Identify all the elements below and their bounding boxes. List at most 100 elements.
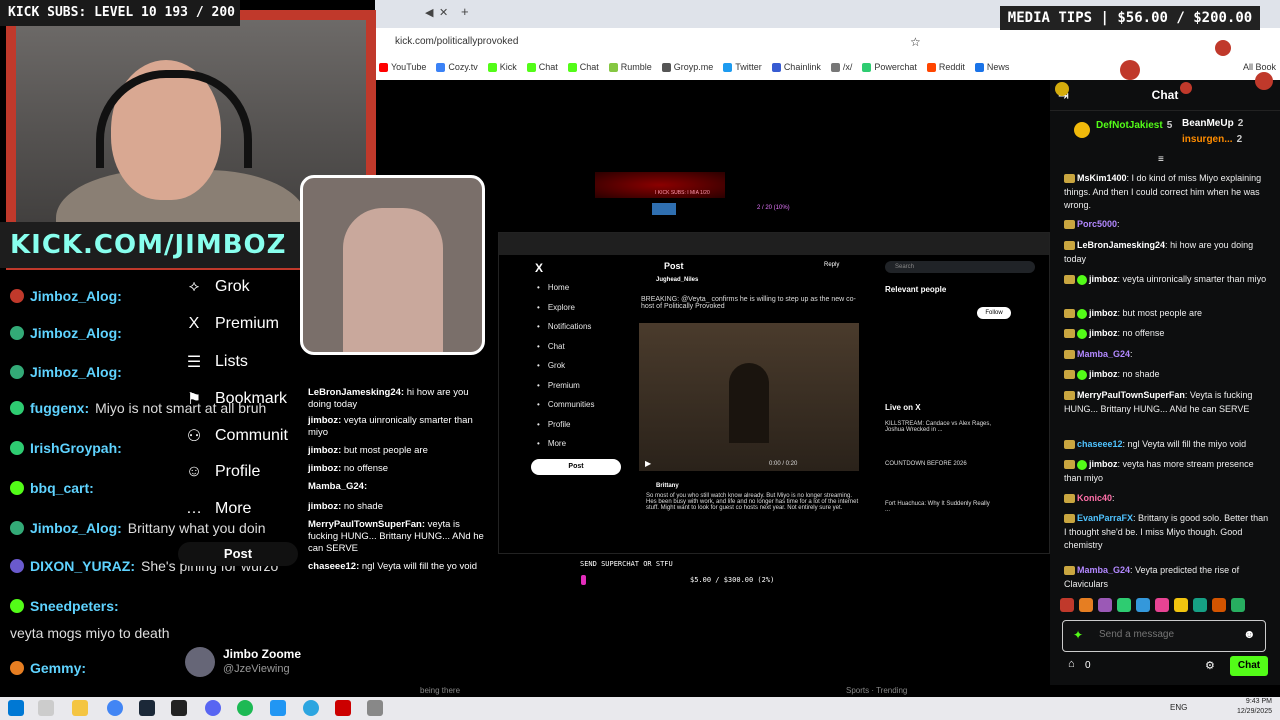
bookmark-item[interactable]: Powerchat (862, 62, 917, 72)
inner-live-item[interactable]: KILLSTREAM: Candace vs Alex Rages, Joshu… (885, 421, 995, 433)
emote-icon[interactable] (1155, 598, 1169, 612)
x-nav-item[interactable]: X Premium (185, 315, 279, 333)
emote-icon[interactable] (1231, 598, 1245, 612)
bookmark-item[interactable]: YouTube (379, 62, 426, 72)
bookmark-item[interactable]: Groyp.me (661, 62, 713, 72)
inner-nav-item[interactable]: • Communities (537, 400, 595, 409)
x-nav-label: Premium (215, 315, 280, 332)
gift-icon[interactable]: ⌂ (1068, 658, 1075, 670)
bookmark-item[interactable]: Chat (526, 62, 558, 72)
emote-icon[interactable] (1193, 598, 1207, 612)
settings-gear-icon[interactable]: ⚙ (1205, 659, 1215, 672)
inner-nav-item[interactable]: • Premium (537, 381, 580, 390)
adobe-icon[interactable] (335, 700, 351, 716)
x-nav-item[interactable]: ⚑ Bookmark (185, 389, 287, 409)
chat-username[interactable]: jimboz (1089, 274, 1118, 284)
x-post-button[interactable]: Post (178, 542, 298, 566)
mod-badge-icon (1077, 328, 1087, 339)
close-tab-icon[interactable]: ✕ (439, 6, 448, 19)
x-nav-item[interactable]: … More (185, 500, 251, 518)
bookmark-item[interactable]: News (974, 62, 1009, 72)
inner-nav-item[interactable]: • Chat (537, 342, 565, 351)
x-account[interactable]: Jimbo Zoome @JzeViewing (185, 645, 301, 685)
all-bookmarks[interactable]: All Book (1243, 62, 1276, 72)
emoji-icon[interactable]: ☻ (1243, 627, 1256, 641)
pinned-user[interactable]: DefNotJakiest 5 (1096, 120, 1172, 131)
chat-username[interactable]: Porc5000 (1077, 219, 1117, 229)
inner-post-button[interactable]: Post (531, 459, 621, 475)
inner-nav-item[interactable]: • Notifications (537, 322, 591, 331)
emote-icon[interactable] (1098, 598, 1112, 612)
bookmark-item[interactable]: /x/ (830, 62, 852, 72)
chat-username[interactable]: MerryPaulTownSuperFan (1077, 390, 1185, 400)
bookmark-item[interactable]: Rumble (608, 62, 652, 72)
chat-username[interactable]: jimboz (1089, 308, 1118, 318)
back-icon[interactable]: ◀ (425, 6, 433, 19)
spotify-icon[interactable] (237, 700, 253, 716)
bookmark-star-icon[interactable]: ☆ (910, 35, 921, 49)
chat-username[interactable]: Mamba_G24 (1077, 565, 1130, 575)
x-nav-item[interactable]: ☺ Profile (185, 463, 261, 481)
inner-live-item[interactable]: Fort Huachuca: Why It Suddenly Really ..… (885, 501, 995, 513)
chat-username[interactable]: MsKim1400 (1077, 173, 1127, 183)
telegram-icon[interactable] (303, 700, 319, 716)
inner-video[interactable]: 0:00 / 0:20 ▶ (639, 323, 859, 471)
sub-badge-icon (1064, 440, 1075, 450)
inner-nav-item[interactable]: • Home (537, 283, 569, 292)
emote-icon[interactable] (1174, 598, 1188, 612)
x-nav-icon: X (188, 315, 200, 332)
inner-live-item[interactable]: COUNTDOWN BEFORE 2026 (885, 461, 995, 467)
bookmark-item[interactable]: Chainlink (771, 62, 821, 72)
file-explorer-icon[interactable] (72, 700, 88, 716)
steam-icon[interactable] (139, 700, 155, 716)
inner-reply-button[interactable]: Reply (824, 262, 839, 268)
inner-nav-item[interactable]: • Profile (537, 420, 571, 429)
address-bar[interactable]: kick.com/politicallyprovoked ☆ (375, 30, 1280, 56)
pinned-user[interactable]: insurgen... 2 (1182, 134, 1242, 145)
clock[interactable]: 9:43 PM 12/29/2025 (1237, 697, 1272, 717)
language-indicator[interactable]: ENG (1170, 703, 1187, 712)
url-text[interactable]: kick.com/politicallyprovoked (395, 36, 518, 47)
discord-icon[interactable] (205, 700, 221, 716)
chat-input[interactable] (1097, 628, 1241, 641)
chat-username[interactable]: LeBronJamesking24 (1077, 240, 1165, 250)
settings-icon[interactable] (367, 700, 383, 716)
emote-icon[interactable] (1079, 598, 1093, 612)
new-tab-icon[interactable]: + (461, 4, 469, 19)
emote-icon[interactable] (1060, 598, 1074, 612)
x-nav-item[interactable]: ⚇ Communit (185, 426, 288, 446)
emote-icon[interactable] (1136, 598, 1150, 612)
inner-search[interactable]: Search (885, 261, 1035, 273)
x-nav-item[interactable]: ⟡ Grok (185, 278, 250, 296)
chat-username[interactable]: jimboz (1089, 459, 1118, 469)
filter-icon[interactable]: ≡ (1158, 154, 1164, 165)
emote-icon[interactable] (1212, 598, 1226, 612)
chat-username[interactable]: Mamba_G24 (1077, 349, 1130, 359)
emote-icon[interactable] (1117, 598, 1131, 612)
chrome-icon[interactable] (107, 700, 123, 716)
chat-send-button[interactable]: Chat (1230, 656, 1268, 676)
play-icon[interactable]: ▶ (645, 459, 651, 468)
bookmark-item[interactable]: Chat (567, 62, 599, 72)
pinned-user[interactable]: BeanMeUp 2 (1182, 118, 1243, 129)
terminal-icon[interactable] (171, 700, 187, 716)
inner-nav-item[interactable]: • More (537, 439, 566, 448)
chat-username[interactable]: jimboz (1089, 369, 1118, 379)
bookmark-item[interactable]: Cozy.tv (436, 62, 478, 72)
x-nav-item[interactable]: ☰ Lists (185, 352, 248, 372)
chat-username[interactable]: Konic40 (1077, 493, 1112, 503)
bookmark-item[interactable]: Twitter (723, 62, 762, 72)
left-chat-row: veyta mogs miyo to death (10, 625, 170, 641)
inner-follow-button[interactable]: Follow (977, 307, 1011, 319)
bookmark-item[interactable]: Reddit (926, 62, 965, 72)
chat-username[interactable]: chaseee12 (1077, 439, 1123, 449)
chat-input-box[interactable]: ✦ ☻ (1062, 620, 1266, 652)
app-icon[interactable] (270, 700, 286, 716)
chat-username[interactable]: jimboz (1089, 328, 1118, 338)
chat-username[interactable]: EvanParraFX (1077, 513, 1133, 523)
inner-nav-item[interactable]: • Grok (537, 361, 565, 370)
bookmark-item[interactable]: Kick (487, 62, 517, 72)
task-view-icon[interactable] (38, 700, 54, 716)
windows-start-icon[interactable] (8, 700, 24, 716)
inner-nav-item[interactable]: • Explore (537, 303, 575, 312)
